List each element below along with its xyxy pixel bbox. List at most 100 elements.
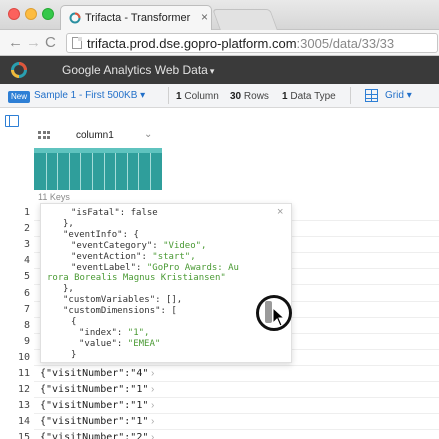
forward-arrow-icon[interactable]: → xyxy=(26,34,41,52)
histogram-bar-divider xyxy=(45,153,47,190)
chevron-down-icon: ▾ xyxy=(209,66,215,76)
json-line: "eventAction": "start", xyxy=(71,251,196,262)
url-text[interactable]: trifacta.prod.dse.gopro-platform.com:300… xyxy=(87,36,394,51)
chevron-right-icon[interactable]: › xyxy=(151,416,154,427)
window-close-button[interactable] xyxy=(8,8,20,20)
object-type-icon xyxy=(38,131,50,140)
window-zoom-button[interactable] xyxy=(42,8,54,20)
browser-tab-active[interactable]: Trifacta - Transformer × xyxy=(60,5,212,30)
row-number: 13 xyxy=(17,400,30,412)
mouse-cursor-icon xyxy=(272,307,286,327)
close-icon[interactable]: × xyxy=(277,206,283,218)
row-divider xyxy=(34,397,439,399)
row-divider xyxy=(34,364,439,366)
types-count: 1 xyxy=(282,91,288,102)
histogram-bar-divider xyxy=(103,153,105,190)
json-line: } xyxy=(71,349,77,360)
transformer-toolbar: New Sample 1 - First 500KB ▾ 1 Column 30… xyxy=(0,84,439,108)
browser-toolbar: ← → C trifacta.prod.dse.gopro-platform.c… xyxy=(0,30,439,56)
row-number: 4 xyxy=(23,255,30,267)
column-header[interactable]: column1 ⌄ xyxy=(34,126,162,146)
histogram-bar-divider xyxy=(68,153,70,190)
popup-scrollbar-thumb[interactable] xyxy=(265,301,272,323)
columns-stat: 1 Column xyxy=(176,91,219,102)
row-number: 11 xyxy=(17,368,30,379)
histogram-bar-divider xyxy=(138,153,140,190)
row-number: 12 xyxy=(17,384,30,396)
row-number: 14 xyxy=(17,416,30,428)
dataset-title: Google Analytics Web Data xyxy=(62,63,208,77)
histogram-bar-divider xyxy=(150,153,151,190)
dataset-title-menu[interactable]: Google Analytics Web Data ▾ xyxy=(62,63,214,77)
trifacta-logo-icon xyxy=(69,12,81,24)
back-arrow-icon[interactable]: ← xyxy=(8,34,23,52)
row-number: 7 xyxy=(23,303,30,315)
histogram-bar-divider xyxy=(115,153,117,190)
view-label: Grid xyxy=(385,90,404,101)
types-label: Data Type xyxy=(290,91,336,102)
sample-label: Sample 1 - First 500KB xyxy=(34,90,138,101)
row-divider xyxy=(34,429,439,431)
browser-titlebar: Trifacta - Transformer × xyxy=(0,0,439,30)
chevron-right-icon[interactable]: › xyxy=(151,400,154,411)
row-number: 1 xyxy=(23,207,30,218)
tab-close-icon[interactable]: × xyxy=(201,10,208,24)
chevron-right-icon[interactable]: › xyxy=(151,432,154,439)
toolbar-divider xyxy=(168,87,169,104)
json-line: "isFatal": false xyxy=(71,208,158,218)
panel-toggle-icon[interactable] xyxy=(5,115,19,127)
columns-label: Column xyxy=(184,91,219,102)
histogram-bar-divider xyxy=(126,153,128,190)
window-minimize-button[interactable] xyxy=(25,8,37,20)
json-line: "customDimensions": [ xyxy=(63,306,177,317)
histogram-valid-bar xyxy=(34,148,162,153)
table-cell[interactable]: {"visitNumber":"4" xyxy=(40,368,148,379)
url-path: :3005/data/33/33 xyxy=(296,36,395,51)
new-tab-button[interactable] xyxy=(212,9,278,30)
toolbar-divider xyxy=(350,87,351,104)
tab-title: Trifacta - Transformer xyxy=(85,12,191,24)
row-number: 10 xyxy=(17,351,30,363)
row-number: 5 xyxy=(23,271,30,283)
new-badge: New xyxy=(8,91,31,103)
sample-selector[interactable]: Sample 1 - First 500KB ▾ xyxy=(34,90,145,101)
table-cell[interactable]: {"visitNumber":"1" xyxy=(40,416,148,427)
histogram-bar-divider xyxy=(92,153,93,190)
table-cell[interactable]: {"visitNumber":"1" xyxy=(40,400,148,411)
table-cell[interactable]: {"visitNumber":"1" xyxy=(40,384,148,395)
json-line: "customVariables": [], xyxy=(63,295,183,306)
row-number: 9 xyxy=(23,335,30,347)
table-cell[interactable]: {"visitNumber":"2" xyxy=(40,432,148,439)
reload-icon[interactable]: C xyxy=(45,34,56,52)
columns-count: 1 xyxy=(176,91,182,102)
row-number: 15 xyxy=(17,432,30,439)
histogram-bar-divider xyxy=(57,153,59,190)
trifacta-wheel-icon[interactable] xyxy=(10,61,28,79)
column-menu-icon[interactable]: ⌄ xyxy=(144,129,152,140)
json-line: rora Borealis Magnus Kristiansen" xyxy=(47,273,226,284)
chevron-right-icon[interactable]: › xyxy=(151,384,154,395)
column-histogram[interactable] xyxy=(34,148,162,190)
row-divider xyxy=(34,381,439,382)
json-line: "value": "EMEA" xyxy=(79,338,161,349)
chevron-down-icon: ▾ xyxy=(406,90,412,101)
json-line: }, xyxy=(63,218,74,229)
json-line: "eventCategory": "Video", xyxy=(71,240,207,251)
json-line: "eventInfo": { xyxy=(63,229,139,240)
app-header: Google Analytics Web Data ▾ xyxy=(0,56,439,84)
chevron-down-icon: ▾ xyxy=(140,90,146,101)
histogram-bar-divider xyxy=(80,153,82,190)
url-host: trifacta.prod.dse.gopro-platform.com xyxy=(87,36,297,51)
view-mode-label: Grid ▾ xyxy=(385,90,412,101)
json-line: { xyxy=(71,317,77,327)
cell-value-popup[interactable]: × "isFatal": false}, "eventInfo": {"event… xyxy=(40,203,292,363)
keys-count-label: 11 Keys xyxy=(38,192,70,202)
column-name: column1 xyxy=(76,130,114,141)
url-bar[interactable]: trifacta.prod.dse.gopro-platform.com:300… xyxy=(66,33,438,53)
json-line: "eventLabel": "GoPro Awards: Au xyxy=(71,262,239,273)
page-icon xyxy=(72,37,82,49)
json-line: }, xyxy=(63,284,74,295)
row-number: 2 xyxy=(23,223,30,235)
row-number: 8 xyxy=(23,319,30,331)
chevron-right-icon[interactable]: › xyxy=(151,368,154,379)
